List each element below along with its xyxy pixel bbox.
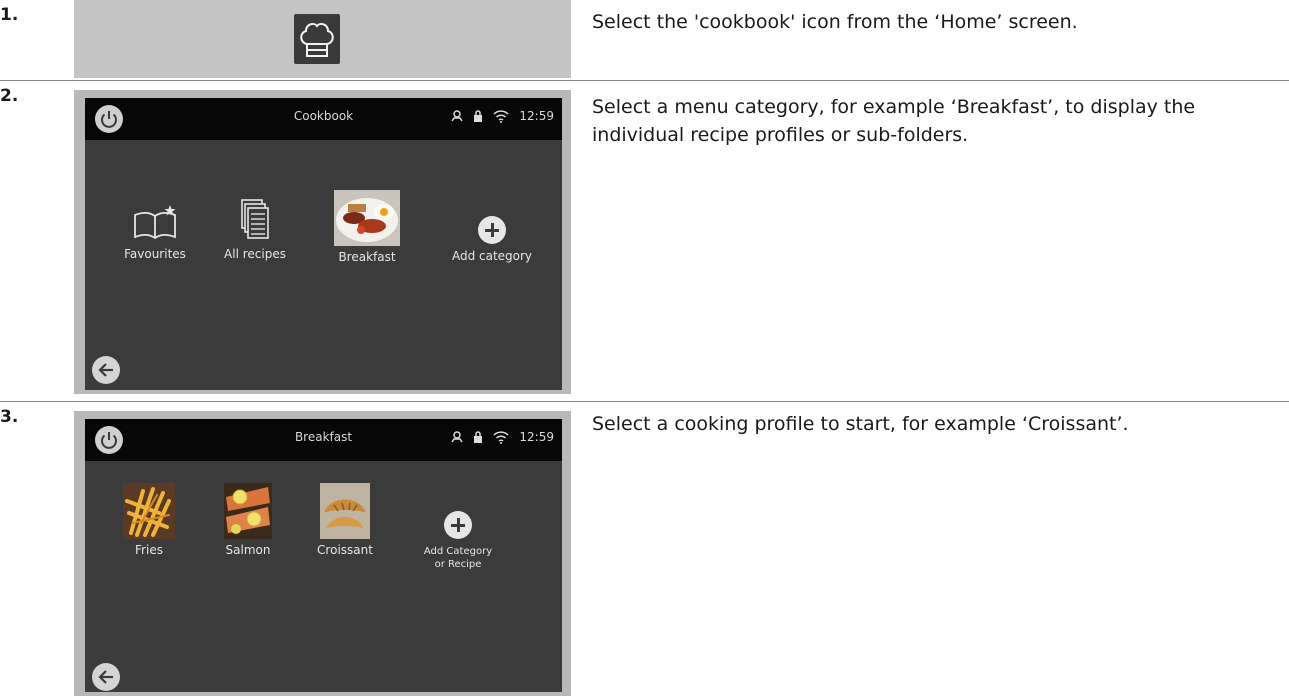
- step-number: 2.: [0, 86, 19, 106]
- fries-photo: [123, 483, 175, 539]
- tile-label: Fries: [135, 543, 163, 557]
- documents-icon: [241, 199, 269, 239]
- croissant-photo: [320, 483, 370, 539]
- status-bar: Cookbook 12:59: [85, 98, 562, 140]
- screen-display: Breakfast 12:59 Fries Salmon Croissant A…: [85, 419, 562, 692]
- wifi-icon: [493, 430, 509, 444]
- tile-label: Add Category: [423, 546, 493, 557]
- step-instruction: Select the 'cookbook' icon from the ‘Hom…: [592, 11, 1078, 33]
- salmon-photo: [224, 483, 272, 539]
- tile-add-category[interactable]: Add category: [442, 216, 542, 263]
- step-number: 1.: [0, 5, 19, 25]
- tile-croissant[interactable]: Croissant: [295, 483, 395, 557]
- tile-label-line2: or Recipe: [434, 559, 482, 570]
- chef-hat-icon[interactable]: [294, 14, 340, 64]
- tile-fries[interactable]: Fries: [99, 483, 199, 557]
- person-icon: [451, 110, 464, 122]
- tile-add-category-or-recipe[interactable]: Add Category or Recipe: [408, 511, 508, 571]
- tile-breakfast[interactable]: Breakfast: [317, 190, 417, 264]
- tile-label: Favourites: [124, 247, 186, 261]
- back-button[interactable]: [92, 663, 120, 691]
- home-icon-bar: [74, 0, 571, 78]
- step-2: 2. Cookbook 12:59 Favourites All recipes…: [0, 81, 1289, 401]
- lock-icon: [474, 431, 483, 443]
- back-button[interactable]: [92, 356, 120, 384]
- lock-icon: [474, 110, 483, 122]
- wifi-icon: [493, 109, 509, 123]
- step-number: 3.: [0, 407, 19, 427]
- status-icons: 12:59: [451, 430, 554, 444]
- step-instruction: Select a cooking profile to start, for e…: [592, 413, 1129, 435]
- arrow-left-icon: [98, 670, 113, 684]
- breakfast-screen: Breakfast 12:59 Fries Salmon Croissant A…: [74, 411, 571, 696]
- status-icons: 12:59: [451, 109, 554, 123]
- step-1: 1. Select the 'cookbook' icon from the ‘…: [0, 0, 1289, 80]
- cookbook-screen: Cookbook 12:59 Favourites All recipes Br…: [74, 90, 571, 394]
- book-star-icon: [134, 205, 176, 240]
- arrow-left-icon: [98, 363, 113, 377]
- step-3: 3. Breakfast 12:59 Fries Salmon Croissan…: [0, 402, 1289, 696]
- tile-all-recipes[interactable]: All recipes: [205, 198, 305, 261]
- step-instruction: Select a menu category, for example ‘Bre…: [592, 96, 1196, 146]
- tile-label: All recipes: [224, 247, 286, 261]
- tile-label: Breakfast: [338, 250, 396, 264]
- tile-salmon[interactable]: Salmon: [198, 483, 298, 557]
- tile-favourites[interactable]: Favourites: [105, 203, 205, 261]
- plus-circle-icon: [478, 216, 506, 244]
- person-icon: [451, 431, 464, 443]
- status-bar: Breakfast 12:59: [85, 419, 562, 461]
- clock-time: 12:59: [519, 430, 554, 444]
- tile-label: Croissant: [317, 543, 373, 557]
- tile-label: Add category: [451, 249, 533, 263]
- breakfast-photo: [334, 190, 400, 246]
- plus-circle-icon: [444, 511, 472, 539]
- tile-label: Salmon: [225, 543, 271, 557]
- clock-time: 12:59: [519, 109, 554, 123]
- screen-display: Cookbook 12:59 Favourites All recipes Br…: [85, 98, 562, 390]
